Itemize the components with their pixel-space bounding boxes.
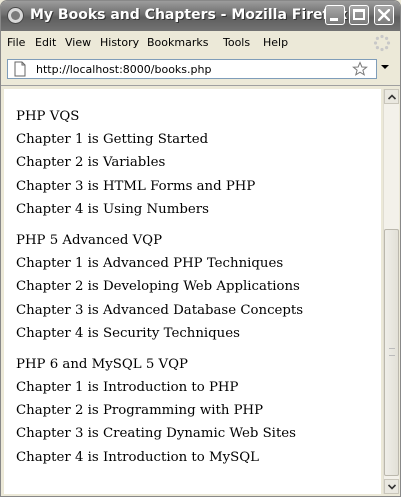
window-title: My Books and Chapters - Mozilla Firefox [30, 7, 348, 23]
star-icon[interactable] [352, 61, 368, 77]
chapter-line: Chapter 2 is Programming with PHP [16, 403, 264, 419]
chevron-down-icon[interactable] [381, 65, 389, 69]
minimize-button[interactable] [325, 5, 345, 25]
chapter-line: Chapter 1 is Getting Started [16, 132, 209, 148]
firefox-icon[interactable] [7, 7, 24, 24]
book-entry: PHP 6 and MySQL 5 VQP Chapter 1 is Intro… [4, 353, 381, 469]
book-title: PHP VQS [16, 109, 80, 124]
menu-tools[interactable]: Tools [223, 36, 250, 49]
chapter-line: Chapter 4 is Using Numbers [16, 201, 209, 217]
menu-edit[interactable]: Edit [35, 36, 56, 49]
chapter-line: Chapter 1 is Introduction to PHP [16, 380, 239, 396]
book-entry: PHP 5 Advanced VQP Chapter 1 is Advanced… [4, 229, 381, 345]
book-title: PHP 6 and MySQL 5 VQP [16, 356, 188, 372]
chevron-down-icon [388, 484, 396, 490]
chapter-line: Chapter 1 is Advanced PHP Techniques [16, 256, 284, 272]
throbber-icon [373, 34, 391, 52]
menu-view[interactable]: View [65, 36, 91, 49]
close-button[interactable] [374, 5, 394, 25]
scrollbar-thumb[interactable] [384, 229, 399, 476]
scroll-down-button[interactable] [384, 479, 399, 494]
scroll-up-button[interactable] [384, 89, 399, 104]
chapter-line: Chapter 3 is HTML Forms and PHP [16, 178, 256, 194]
chevron-up-icon [388, 94, 396, 100]
chapter-line: Chapter 3 is Advanced Database Concepts [16, 302, 304, 318]
page-content: PHP VQS Chapter 1 is Getting Started Cha… [4, 89, 381, 494]
scrollbar-grip [389, 348, 395, 356]
menu-history[interactable]: History [100, 36, 139, 49]
page-icon [14, 61, 26, 77]
vertical-scrollbar[interactable] [383, 89, 399, 494]
book-title: PHP 5 Advanced VQP [16, 232, 163, 248]
menu-help[interactable]: Help [263, 36, 288, 49]
close-icon [378, 9, 390, 21]
browser-window: My Books and Chapters - Mozilla Firefox … [0, 0, 401, 497]
chapter-line: Chapter 4 is Security Techniques [16, 325, 240, 341]
chapter-line: Chapter 4 is Introduction to MySQL [16, 449, 259, 465]
url-bar[interactable]: http://localhost:8000/books.php [7, 59, 377, 79]
menu-bookmarks[interactable]: Bookmarks [147, 36, 208, 49]
navigation-bar: http://localhost:8000/books.php [1, 55, 400, 86]
chapter-line: Chapter 2 is Developing Web Applications [16, 279, 300, 295]
title-bar[interactable]: My Books and Chapters - Mozilla Firefox [1, 1, 400, 31]
maximize-button[interactable] [349, 5, 369, 25]
chapter-line: Chapter 2 is Variables [16, 155, 166, 171]
menu-file[interactable]: File [7, 36, 25, 49]
url-text[interactable]: http://localhost:8000/books.php [36, 63, 211, 76]
book-entry: PHP VQS Chapter 1 is Getting Started Cha… [4, 89, 381, 221]
menu-bar: File Edit View History Bookmarks Tools H… [1, 32, 400, 53]
chapter-line: Chapter 3 is Creating Dynamic Web Sites [16, 426, 296, 442]
